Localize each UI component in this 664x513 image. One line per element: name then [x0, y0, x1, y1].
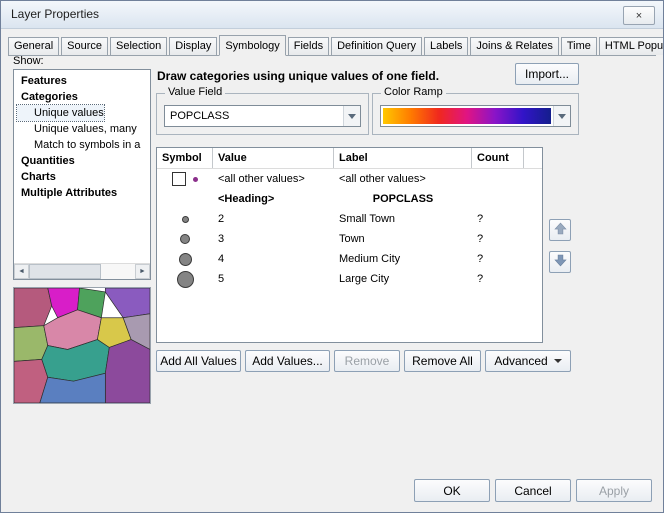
add-values-button[interactable]: Add Values... [245, 350, 330, 372]
cell-label: Small Town [334, 213, 472, 225]
close-icon: × [636, 10, 642, 22]
tab-display[interactable]: Display [169, 37, 217, 55]
cell-value: <all other values> [213, 173, 334, 185]
cell-value: 4 [213, 253, 334, 265]
tree-item-charts[interactable]: Charts [17, 169, 56, 185]
value-field-dropdown[interactable]: POPCLASS [164, 105, 361, 127]
value-field-legend: Value Field [165, 86, 225, 98]
scrollbar-thumb[interactable] [29, 264, 101, 279]
up-arrow-icon [554, 222, 567, 238]
cell-value: 5 [213, 273, 334, 285]
tree-item-match-to-symbols[interactable]: Match to symbols in a [17, 137, 140, 153]
move-down-button[interactable] [549, 251, 571, 273]
col-header-label[interactable]: Label [334, 148, 472, 168]
cell-value: 3 [213, 233, 334, 245]
cell-count: ? [472, 273, 524, 285]
states-map-graphic [14, 288, 150, 403]
scroll-right-icon[interactable]: ► [135, 264, 150, 279]
cell-label: <all other values> [334, 173, 472, 185]
point-symbol-icon [180, 234, 190, 244]
remove-all-button[interactable]: Remove All [404, 350, 481, 372]
table-row-value-4[interactable]: 4 Medium City ? [157, 249, 542, 269]
layer-properties-dialog: Layer Properties × General Source Select… [0, 0, 664, 513]
table-row-heading[interactable]: <Heading> POPCLASS [157, 189, 542, 209]
color-ramp-dropdown[interactable] [380, 105, 571, 127]
show-tree: Features Categories Unique values Unique… [13, 69, 151, 280]
map-preview [13, 287, 151, 404]
chevron-down-icon[interactable] [553, 106, 570, 126]
table-row-value-3[interactable]: 3 Town ? [157, 229, 542, 249]
add-all-values-button[interactable]: Add All Values [156, 350, 241, 372]
tab-definition-query[interactable]: Definition Query [331, 37, 422, 55]
scrollbar-track[interactable] [29, 264, 135, 279]
tab-html-popup[interactable]: HTML Popup [599, 37, 664, 55]
tab-source[interactable]: Source [61, 37, 108, 55]
cell-label: Town [334, 233, 472, 245]
tab-selection[interactable]: Selection [110, 37, 167, 55]
tab-symbology[interactable]: Symbology [219, 35, 285, 56]
cell-value: 2 [213, 213, 334, 225]
cell-label: Medium City [334, 253, 472, 265]
scroll-left-icon[interactable]: ◄ [14, 264, 29, 279]
panel-heading: Draw categories using unique values of o… [157, 69, 439, 83]
tab-joins-relates[interactable]: Joins & Relates [470, 37, 558, 55]
down-arrow-icon [554, 254, 567, 270]
tab-labels[interactable]: Labels [424, 37, 468, 55]
table-row-all-other-values[interactable]: <all other values> <all other values> [157, 169, 542, 189]
col-header-value[interactable]: Value [213, 148, 334, 168]
tree-item-unique-values-many[interactable]: Unique values, many [17, 121, 137, 137]
titlebar[interactable]: Layer Properties × [1, 1, 663, 29]
cell-label: POPCLASS [334, 193, 472, 205]
all-other-values-checkbox[interactable] [172, 172, 186, 186]
col-header-spacer [524, 148, 542, 168]
tree-item-multiple-attributes[interactable]: Multiple Attributes [17, 185, 117, 201]
cell-count: ? [472, 213, 524, 225]
tab-strip: General Source Selection Display Symbolo… [8, 34, 656, 56]
window-title: Layer Properties [11, 7, 99, 21]
show-label: Show: [13, 55, 44, 67]
table-row-value-2[interactable]: 2 Small Town ? [157, 209, 542, 229]
tab-time[interactable]: Time [561, 37, 597, 55]
tree-item-unique-values[interactable]: Unique values [17, 105, 104, 121]
value-field-selected-value: POPCLASS [165, 110, 343, 122]
values-table: Symbol Value Label Count <all other valu… [156, 147, 543, 343]
point-symbol-icon [193, 177, 198, 182]
move-up-button[interactable] [549, 219, 571, 241]
color-ramp-legend: Color Ramp [381, 86, 446, 98]
tree-item-categories[interactable]: Categories [17, 89, 78, 105]
col-header-count[interactable]: Count [472, 148, 524, 168]
advanced-button[interactable]: Advanced [485, 350, 571, 372]
tree-item-quantities[interactable]: Quantities [17, 153, 75, 169]
color-ramp-group: Color Ramp [372, 93, 579, 135]
cell-label: Large City [334, 273, 472, 285]
point-symbol-icon [177, 271, 194, 288]
tab-general[interactable]: General [8, 37, 59, 55]
point-symbol-icon [182, 216, 189, 223]
col-header-symbol[interactable]: Symbol [157, 148, 213, 168]
value-field-group: Value Field POPCLASS [156, 93, 369, 135]
dropdown-caret-icon [554, 359, 562, 367]
tree-item-features[interactable]: Features [17, 73, 67, 89]
remove-button[interactable]: Remove [334, 350, 400, 372]
ok-button[interactable]: OK [414, 479, 490, 502]
point-symbol-icon [179, 253, 192, 266]
advanced-button-label: Advanced [494, 354, 547, 368]
cell-count: ? [472, 233, 524, 245]
show-tree-items: Features Categories Unique values Unique… [14, 70, 150, 201]
tab-fields[interactable]: Fields [288, 37, 329, 55]
color-ramp-swatch [383, 108, 551, 124]
chevron-down-icon[interactable] [343, 106, 360, 126]
table-header-row: Symbol Value Label Count [157, 148, 542, 169]
tree-hscrollbar[interactable]: ◄ ► [14, 263, 150, 279]
import-button[interactable]: Import... [515, 63, 579, 85]
cancel-button[interactable]: Cancel [495, 479, 571, 502]
cell-count: ? [472, 253, 524, 265]
close-button[interactable]: × [623, 6, 655, 25]
apply-button[interactable]: Apply [576, 479, 652, 502]
cell-value: <Heading> [213, 193, 334, 205]
table-row-value-5[interactable]: 5 Large City ? [157, 269, 542, 289]
